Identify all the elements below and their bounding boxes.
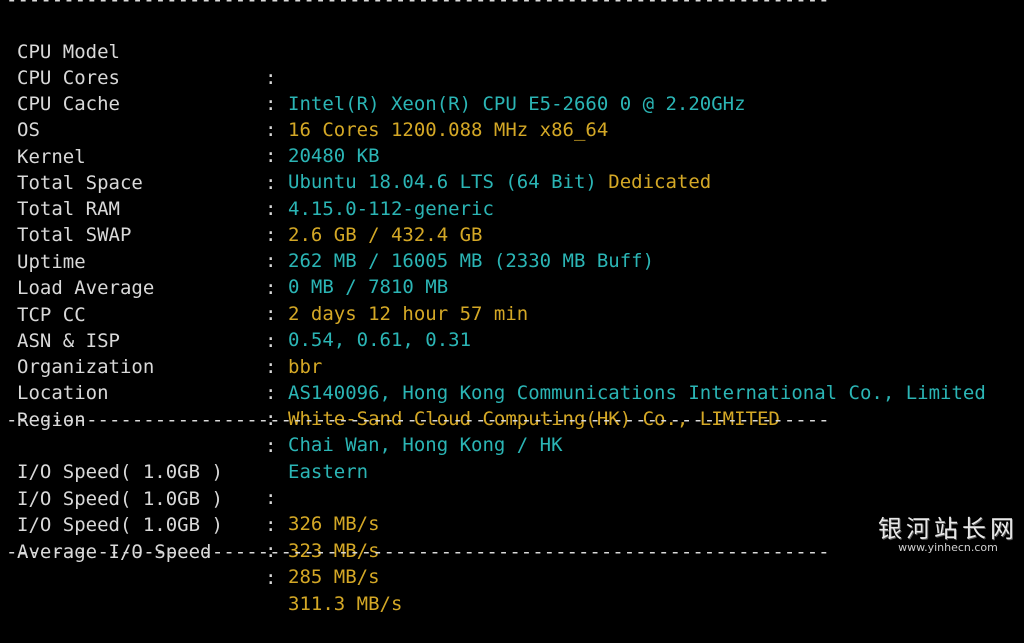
- info-row-cpu-cores: CPU Cores : 16 Cores 1200.088 MHz x86_64: [0, 39, 608, 141]
- info-colon: :: [265, 382, 277, 404]
- info-value: Ubuntu 18.04.6 LTS (64 Bit): [288, 171, 597, 193]
- io-colon: :: [265, 567, 277, 589]
- io-label: I/O Speed( 1.0GB ): [17, 514, 223, 536]
- info-value: 2 days 12 hour 57 min: [288, 303, 529, 325]
- info-value: 262 MB / 16005 MB (2330 MB Buff): [288, 250, 655, 272]
- separator-top: ----------------------------------------…: [6, 0, 830, 11]
- info-colon: :: [265, 277, 277, 299]
- io-colon: :: [265, 514, 277, 536]
- io-row-average: Average I/O Speed : 311.3 MB/s: [0, 513, 402, 615]
- io-colon: :: [265, 487, 277, 509]
- io-value: 311.3 MB/s: [288, 593, 403, 615]
- separator-middle: ----------------------------------------…: [6, 409, 830, 431]
- info-value: Intel(R) Xeon(R) CPU E5-2660 0 @ 2.20GHz: [288, 93, 746, 115]
- info-row-cpu-model: CPU Model : Intel(R) Xeon(R) CPU E5-2660…: [0, 13, 746, 115]
- info-row-location: Location : Chai Wan, Hong Kong / HK: [0, 354, 563, 456]
- info-row-organization: Organization : White-Sand Cloud Computin…: [0, 328, 780, 430]
- info-value: Eastern: [288, 461, 369, 483]
- info-row-os: OS : Ubuntu 18.04.6 LTS (64 Bit) Dedicat…: [0, 91, 711, 193]
- info-row-total-swap: Total SWAP : 0 MB / 7810 MB: [0, 196, 448, 298]
- info-colon: :: [265, 67, 277, 89]
- info-row-asn-isp: ASN & ISP : AS140096, Hong Kong Communic…: [0, 302, 986, 404]
- info-row-total-space: Total Space : 2.6 GB / 432.4 GB: [0, 144, 482, 246]
- info-colon: :: [265, 356, 277, 378]
- info-colon: :: [265, 224, 277, 246]
- info-colon: :: [265, 172, 277, 194]
- io-label: I/O Speed( 1.0GB ): [17, 461, 223, 483]
- info-value: 2.6 GB / 432.4 GB: [288, 224, 483, 246]
- watermark-logo: 银河站长网 www.yinhecn.com: [878, 516, 1018, 554]
- terminal-window: ----------------------------------------…: [0, 0, 1024, 615]
- info-value: 0.54, 0.61, 0.31: [288, 329, 472, 351]
- info-colon: :: [265, 119, 277, 141]
- info-row-uptime: Uptime : 2 days 12 hour 57 min: [0, 223, 528, 325]
- info-row-tcp-cc: TCP CC : bbr: [0, 276, 322, 378]
- info-row-total-ram: Total RAM : 262 MB / 16005 MB (2330 MB B…: [0, 170, 654, 272]
- info-value: AS140096, Hong Kong Communications Inter…: [288, 382, 986, 404]
- info-value-group: Ubuntu 18.04.6 LTS (64 Bit) Dedicated: [288, 169, 711, 195]
- info-colon: :: [265, 303, 277, 325]
- info-value: bbr: [288, 356, 323, 378]
- io-row-1: I/O Speed( 1.0GB ) : 326 MB/s: [0, 433, 380, 535]
- watermark-text: 银河站长网: [878, 515, 1018, 543]
- info-colon: :: [265, 198, 277, 220]
- info-value: 16 Cores 1200.088 MHz x86_64: [288, 119, 609, 141]
- info-row-region: Region : Eastern: [0, 381, 368, 483]
- watermark-url: www.yinhecn.com: [898, 541, 998, 554]
- info-value: Chai Wan, Hong Kong / HK: [288, 434, 563, 456]
- info-value: 4.15.0-112-generic: [288, 198, 494, 220]
- info-row-cpu-cache: CPU Cache : 20480 KB: [0, 65, 380, 167]
- io-value: 285 MB/s: [288, 566, 380, 588]
- info-colon: :: [265, 435, 277, 457]
- info-value: 0 MB / 7810 MB: [288, 276, 449, 298]
- separator-bottom: ----------------------------------------…: [6, 541, 830, 563]
- io-row-2: I/O Speed( 1.0GB ) : 323 MB/s: [0, 460, 380, 562]
- info-value-extra: Dedicated: [596, 171, 712, 193]
- info-colon: :: [265, 250, 277, 272]
- io-value: 326 MB/s: [288, 513, 380, 535]
- info-row-kernel: Kernel : 4.15.0-112-generic: [0, 118, 494, 220]
- info-value: 20480 KB: [288, 145, 380, 167]
- info-row-load-average: Load Average : 0.54, 0.61, 0.31: [0, 249, 471, 351]
- io-label: I/O Speed( 1.0GB ): [17, 488, 223, 510]
- info-colon: :: [265, 93, 277, 115]
- io-row-3: I/O Speed( 1.0GB ) : 285 MB/s: [0, 486, 380, 588]
- info-colon: :: [265, 145, 277, 167]
- info-colon: :: [265, 330, 277, 352]
